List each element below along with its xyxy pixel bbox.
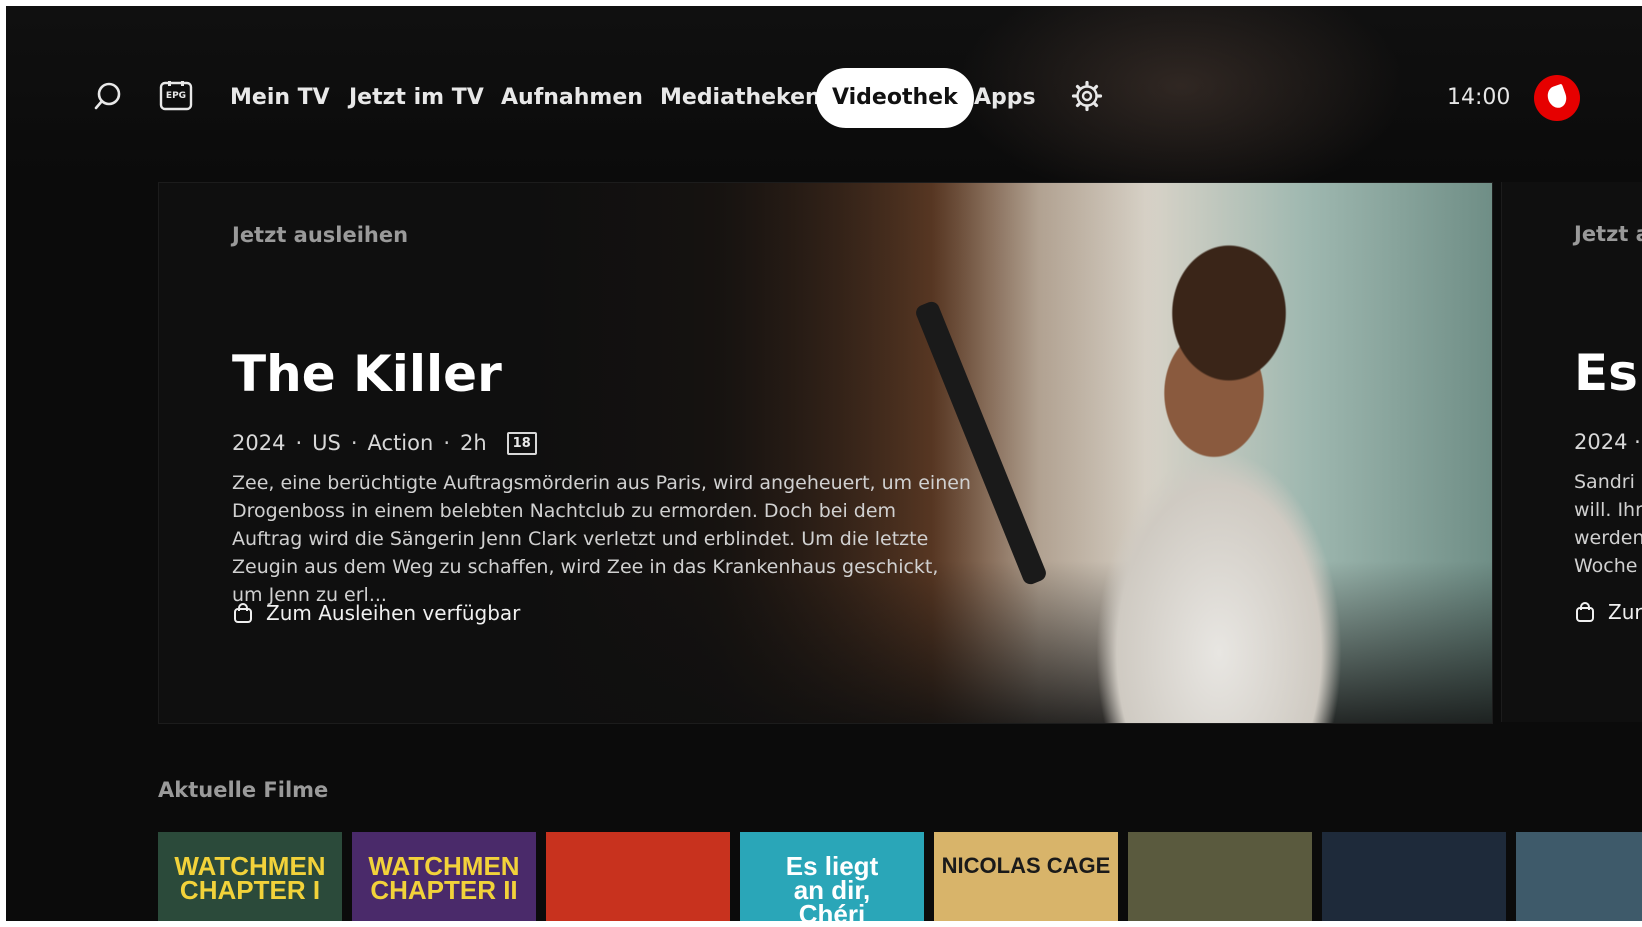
meta-country: US	[312, 431, 341, 455]
hero-next-availability: Zur	[1574, 600, 1642, 624]
movie-tile[interactable]	[1516, 832, 1642, 921]
top-navigation: EPG Mein TV Jetzt im TV Aufnahmen Mediat…	[6, 6, 1642, 206]
hero-next-desc-line: will. Ihr	[1574, 499, 1642, 521]
hero-next-title: Es	[1574, 344, 1638, 402]
movie-tiles-row: WATCHMEN CHAPTER I WATCHMEN CHAPTER II Es …	[158, 832, 1642, 921]
hero-eyebrow: Jetzt ausleihen	[232, 223, 409, 247]
hero-next-desc-line: Woche	[1574, 555, 1638, 577]
movie-tile[interactable]	[546, 832, 730, 921]
hero-availability: Zum Ausleihen verfügbar	[232, 601, 520, 625]
hero-next-desc-line: Sandri	[1574, 471, 1635, 493]
hero-description: Zee, eine berüchtigte Auftragsmörderin a…	[232, 472, 971, 606]
epg-label: EPG	[165, 91, 187, 101]
meta-duration: 2h	[460, 431, 487, 455]
row-title-aktuelle-filme: Aktuelle Filme	[158, 778, 329, 802]
hero-next-desc-line: werden	[1574, 527, 1642, 549]
age-rating-badge: 18	[506, 431, 537, 455]
movie-tile[interactable]: WATCHMEN CHAPTER II	[352, 832, 536, 921]
hero-meta: 2024 · US · Action · 2h 18	[232, 428, 537, 458]
meta-separator: ·	[443, 431, 450, 455]
meta-separator: ·	[295, 431, 303, 455]
movie-tile[interactable]: WATCHMEN CHAPTER I	[158, 832, 342, 921]
epg-icon[interactable]: EPG	[154, 74, 198, 118]
nav-item-mediatheken[interactable]: Mediatheken	[660, 68, 821, 128]
hero-next-availability-label: Zur	[1608, 600, 1642, 624]
hero-image-figure	[1039, 203, 1399, 723]
movie-tile[interactable]	[1322, 832, 1506, 921]
movie-tile-label: WATCHMEN CHAPTER I	[174, 851, 326, 905]
movie-tile[interactable]: Es liegt an dir, Chéri	[740, 832, 924, 921]
movie-tile-label: WATCHMEN CHAPTER II	[368, 851, 520, 905]
meta-genre: Action	[367, 431, 434, 455]
gear-icon[interactable]	[1065, 74, 1109, 118]
hero-card-next[interactable]: Jetzt a Es 2024 · Sandri will. Ihr werde…	[1501, 182, 1642, 722]
hero-card-the-killer[interactable]: Jetzt ausleihen The Killer 2024 · US · A…	[158, 182, 1493, 724]
shopping-bag-icon	[1576, 602, 1594, 622]
hero-next-description: Sandri will. Ihr werden Woche	[1574, 468, 1642, 580]
nav-item-mein-tv[interactable]: Mein TV	[230, 68, 330, 128]
search-icon[interactable]	[86, 74, 130, 118]
movie-tile-label: NICOLAS CAGE	[941, 853, 1111, 878]
meta-separator: ·	[350, 431, 358, 455]
clock: 14:00	[1447, 85, 1511, 110]
movie-tile[interactable]: NICOLAS CAGE	[934, 832, 1118, 921]
vodafone-logo-icon	[1534, 75, 1580, 121]
nav-item-apps[interactable]: Apps	[974, 68, 1036, 128]
movie-tile-label: Es liegt an dir, Chéri	[785, 851, 879, 921]
nav-item-aufnahmen[interactable]: Aufnahmen	[501, 68, 643, 128]
nav-item-videothek[interactable]: Videothek	[816, 68, 974, 128]
meta-year: 2024	[232, 431, 286, 455]
shopping-bag-icon	[234, 603, 252, 623]
availability-label: Zum Ausleihen verfügbar	[266, 601, 521, 625]
hero-next-meta: 2024 ·	[1574, 430, 1641, 454]
hero-next-eyebrow: Jetzt a	[1574, 222, 1642, 246]
nav-item-jetzt-im-tv[interactable]: Jetzt im TV	[349, 68, 484, 128]
movie-tile[interactable]	[1128, 832, 1312, 921]
hero-title: The Killer	[232, 345, 502, 403]
tv-screen: EPG Mein TV Jetzt im TV Aufnahmen Mediat…	[6, 6, 1642, 921]
